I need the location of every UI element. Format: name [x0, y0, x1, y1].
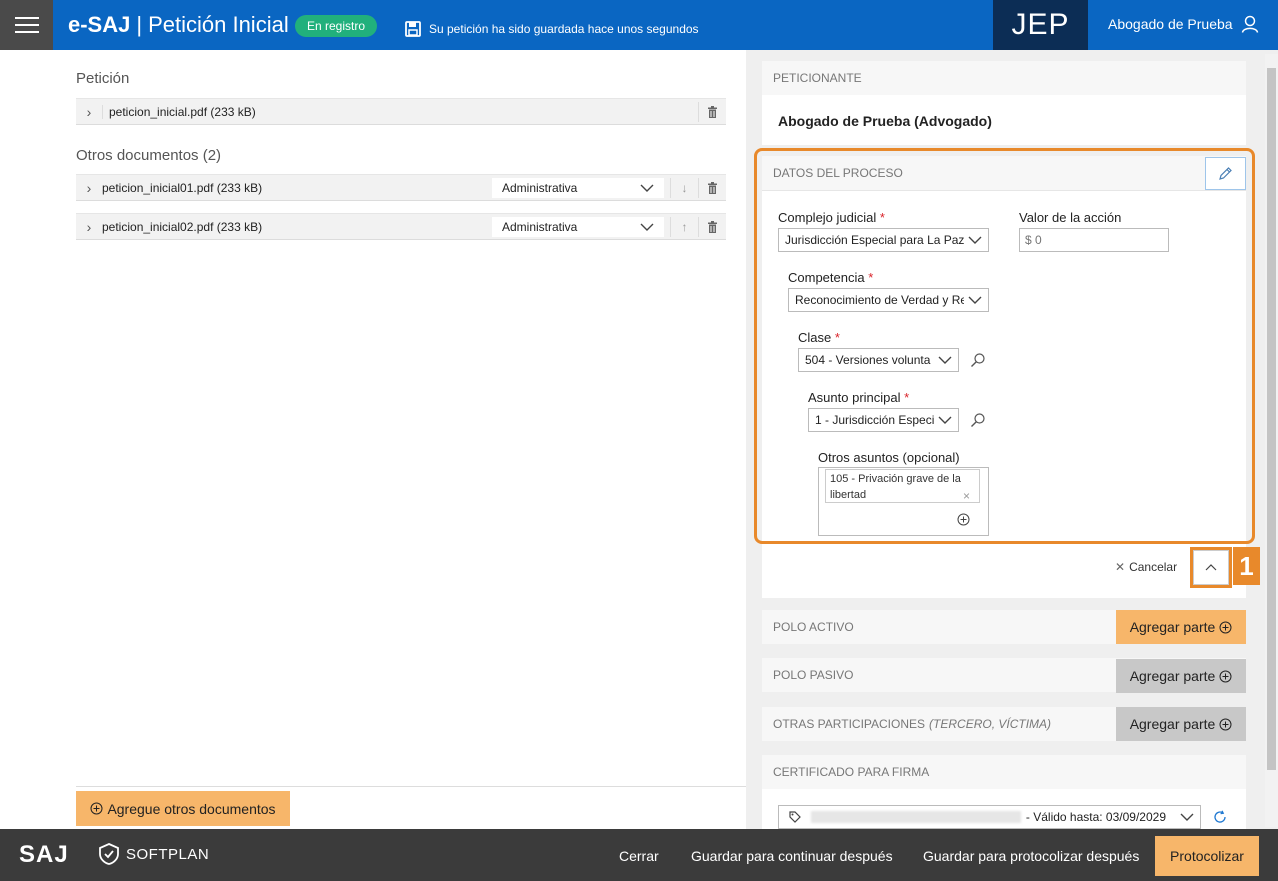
close-x-icon: ✕ — [1115, 560, 1126, 574]
floppy-disk-icon — [405, 21, 421, 37]
title-separator: | — [136, 12, 143, 37]
document-name: peticion_inicial01.pdf (233 kB) — [102, 180, 263, 195]
document-type-select[interactable]: Administrativa — [492, 177, 664, 198]
highlight-frame — [754, 148, 1255, 544]
softplan-shield-icon — [99, 843, 119, 865]
save-status: Su petición ha sido guardada hace unos s… — [405, 21, 699, 37]
chevron-down-icon — [1180, 813, 1194, 821]
main-document-row[interactable]: › peticion_inicial.pdf (233 kB) — [76, 98, 726, 125]
add-party-label: Agregar parte — [1129, 716, 1216, 732]
add-party-other-button[interactable]: Agregar parte — [1116, 707, 1246, 741]
otras-part-title: OTRAS PARTICIPACIONES — [773, 717, 926, 731]
others-section-title: Otros documentos (2) — [76, 147, 222, 164]
plus-circle-icon — [1219, 621, 1232, 633]
close-button[interactable]: Cerrar — [619, 848, 659, 864]
document-row[interactable]: › peticion_inicial01.pdf (233 kB) Admini… — [76, 174, 726, 201]
plus-circle-icon — [1219, 718, 1232, 730]
move-up-arrow-icon[interactable]: ↑ — [670, 216, 698, 237]
document-name: peticion_inicial02.pdf (233 kB) — [102, 219, 263, 234]
scrollbar-thumb[interactable] — [1267, 68, 1276, 770]
certificate-select[interactable]: - Válido hasta: 03/09/2029 — [778, 805, 1201, 829]
certificado-header: CERTIFICADO PARA FIRMA — [762, 755, 1246, 789]
add-party-passive-button[interactable]: Agregar parte — [1116, 659, 1246, 693]
page-title: Petición Inicial — [148, 12, 289, 37]
org-logo: JEP — [993, 0, 1088, 50]
trash-icon[interactable] — [698, 216, 726, 237]
saj-logo: SAJ — [19, 841, 69, 868]
callout-frame — [1190, 547, 1232, 588]
plus-circle-icon — [1219, 670, 1232, 682]
save-protocolize-button[interactable]: Guardar para protocolizar después — [923, 848, 1139, 864]
softplan-text: SOFTPLAN — [126, 845, 210, 863]
document-type-value: Administrativa — [502, 219, 578, 234]
add-party-label: Agregar parte — [1129, 619, 1216, 635]
save-note-text: Su petición ha sido guardada hace unos s… — [429, 22, 699, 36]
document-type-value: Administrativa — [502, 180, 578, 195]
add-party-label: Agregar parte — [1129, 668, 1216, 684]
peticion-section-title: Petición — [76, 70, 130, 87]
user-menu[interactable]: Abogado de Prueba — [1108, 15, 1259, 33]
expand-chevron-icon[interactable]: › — [76, 219, 102, 235]
expand-chevron-icon[interactable]: › — [76, 104, 102, 120]
callout-number: 1 — [1233, 547, 1260, 585]
cancel-label: Cancelar — [1129, 560, 1178, 574]
status-badge: En registro — [295, 15, 378, 37]
trash-icon[interactable] — [698, 101, 726, 122]
main-document-name: peticion_inicial.pdf (233 kB) — [102, 104, 698, 119]
certificate-valid-until: - Válido hasta: 03/09/2029 — [1025, 810, 1166, 824]
add-documents-label: Agregue otros documentos — [107, 800, 276, 817]
protocolize-button[interactable]: Protocolizar — [1155, 836, 1259, 876]
plus-circle-icon — [90, 802, 103, 815]
add-party-active-button[interactable]: Agregar parte — [1116, 610, 1246, 644]
user-icon — [1241, 15, 1258, 33]
divider — [76, 786, 746, 787]
refresh-icon[interactable] — [1213, 810, 1227, 824]
hamburger-menu-icon[interactable] — [0, 0, 53, 50]
expand-chevron-icon[interactable]: › — [76, 180, 102, 196]
peticionante-header: PETICIONANTE — [762, 61, 1246, 95]
cancel-button[interactable]: ✕ Cancelar — [1115, 560, 1177, 574]
move-down-arrow-icon[interactable]: ↓ — [670, 177, 698, 198]
chevron-down-icon — [640, 184, 654, 192]
user-name: Abogado de Prueba — [1108, 16, 1233, 32]
app-name: e-SAJ — [68, 12, 131, 37]
document-type-select[interactable]: Administrativa — [492, 216, 664, 237]
certificate-name-redacted — [811, 811, 1021, 823]
softplan-logo: SOFTPLAN — [98, 843, 209, 865]
trash-icon[interactable] — [698, 177, 726, 198]
save-continue-button[interactable]: Guardar para continuar después — [691, 848, 893, 864]
document-row[interactable]: › peticion_inicial02.pdf (233 kB) Admini… — [76, 213, 726, 240]
otras-part-subtitle: (TERCERO, VÍCTIMA) — [929, 717, 1052, 731]
add-documents-button[interactable]: Agregue otros documentos — [76, 791, 290, 826]
app-title: e-SAJ | Petición Inicial — [68, 12, 289, 38]
chevron-down-icon — [640, 223, 654, 231]
tag-icon — [789, 811, 801, 823]
peticionante-name: Abogado de Prueba (Advogado) — [778, 113, 992, 129]
